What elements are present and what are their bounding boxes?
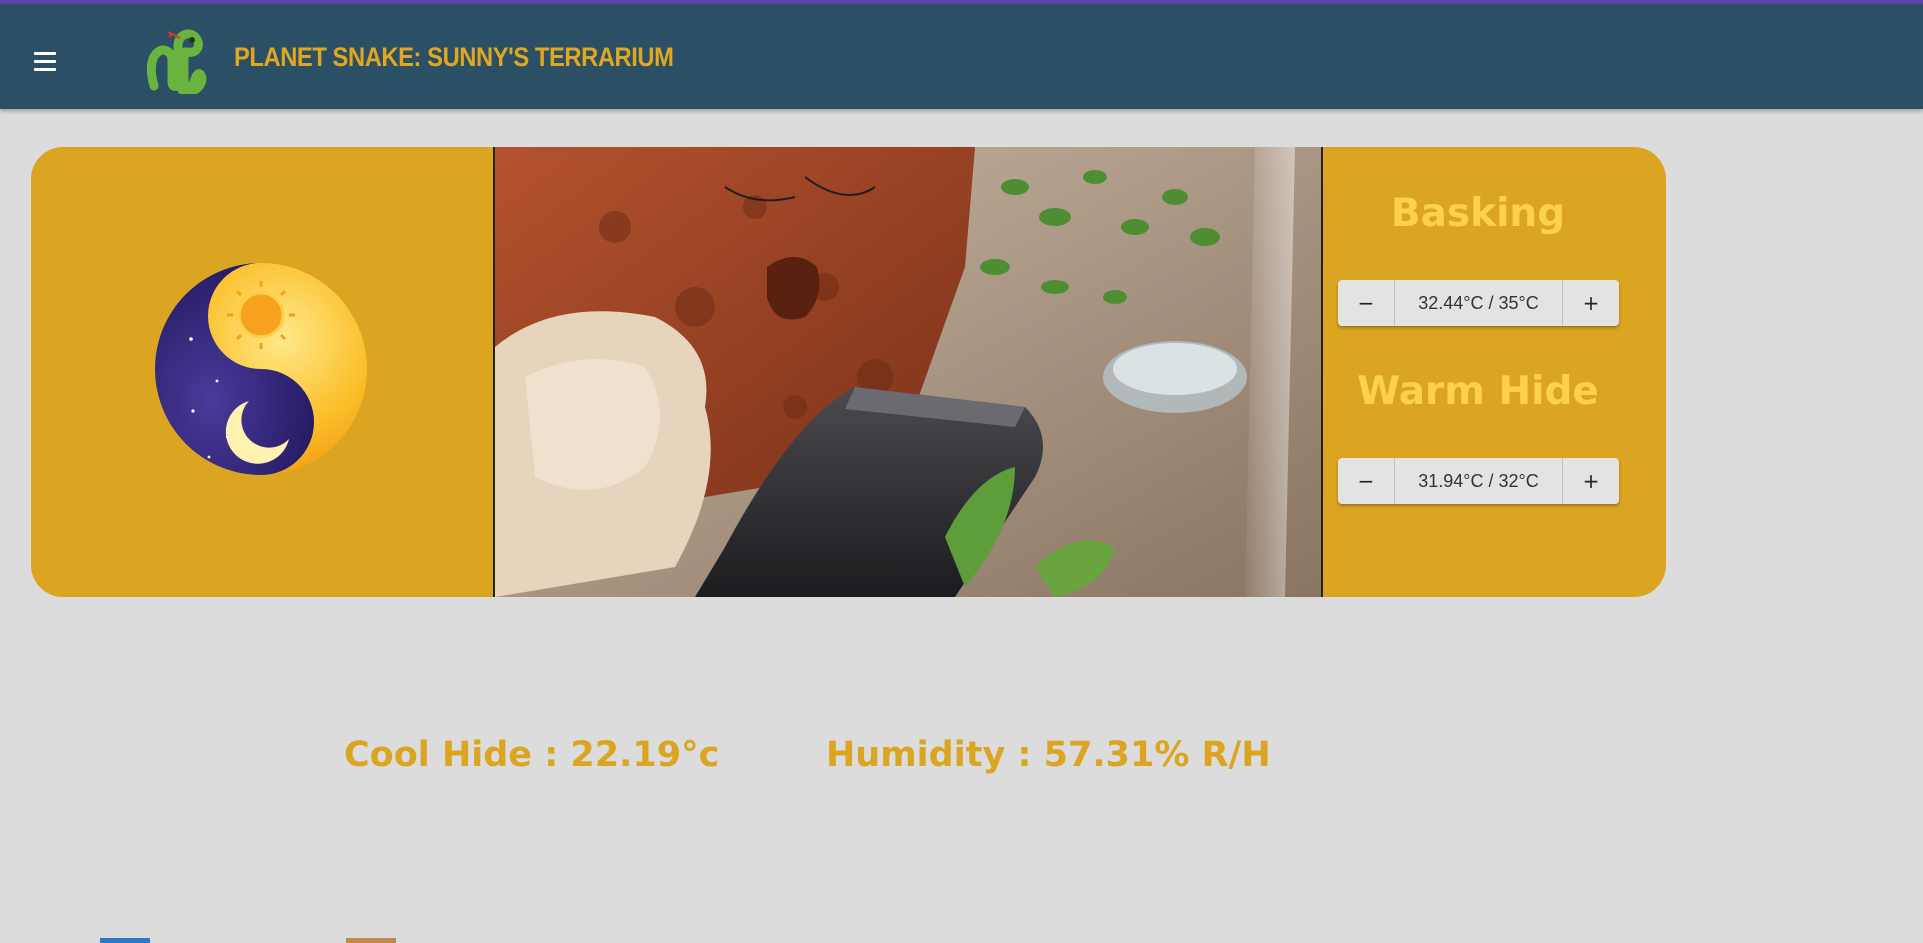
basking-stepper: − 32.44°C / 35°C + [1338,280,1619,326]
taskbar-item [100,938,150,943]
basking-temperature-value: 32.44°C / 35°C [1394,280,1563,326]
day-night-yin-yang-icon[interactable] [153,261,369,477]
cool-hide-reading: Cool Hide : 22.19°c [344,735,720,775]
basking-title: Basking [1390,191,1566,236]
app-bar: Planet Snake: Sunny's Terrarium [0,4,1923,109]
warm-hide-title: Warm Hide [1357,369,1599,414]
snake-logo-icon [144,22,208,96]
warm-hide-increment-button[interactable]: + [1563,458,1619,504]
humidity-reading: Humidity : 57.31% R/H [826,735,1271,775]
basking-decrement-button[interactable]: − [1338,280,1394,326]
terrarium-panel: Basking − 32.44°C / 35°C + Warm Hide − 3… [31,147,1666,597]
terrarium-camera-feed [493,147,1323,597]
app-title: Planet Snake: Sunny's Terrarium [234,42,674,72]
basking-increment-button[interactable]: + [1563,280,1619,326]
warm-hide-decrement-button[interactable]: − [1338,458,1394,504]
hamburger-menu-icon[interactable] [28,44,64,80]
taskbar-item [346,938,396,943]
warm-hide-stepper: − 31.94°C / 32°C + [1338,458,1619,504]
warm-hide-temperature-value: 31.94°C / 32°C [1394,458,1563,504]
